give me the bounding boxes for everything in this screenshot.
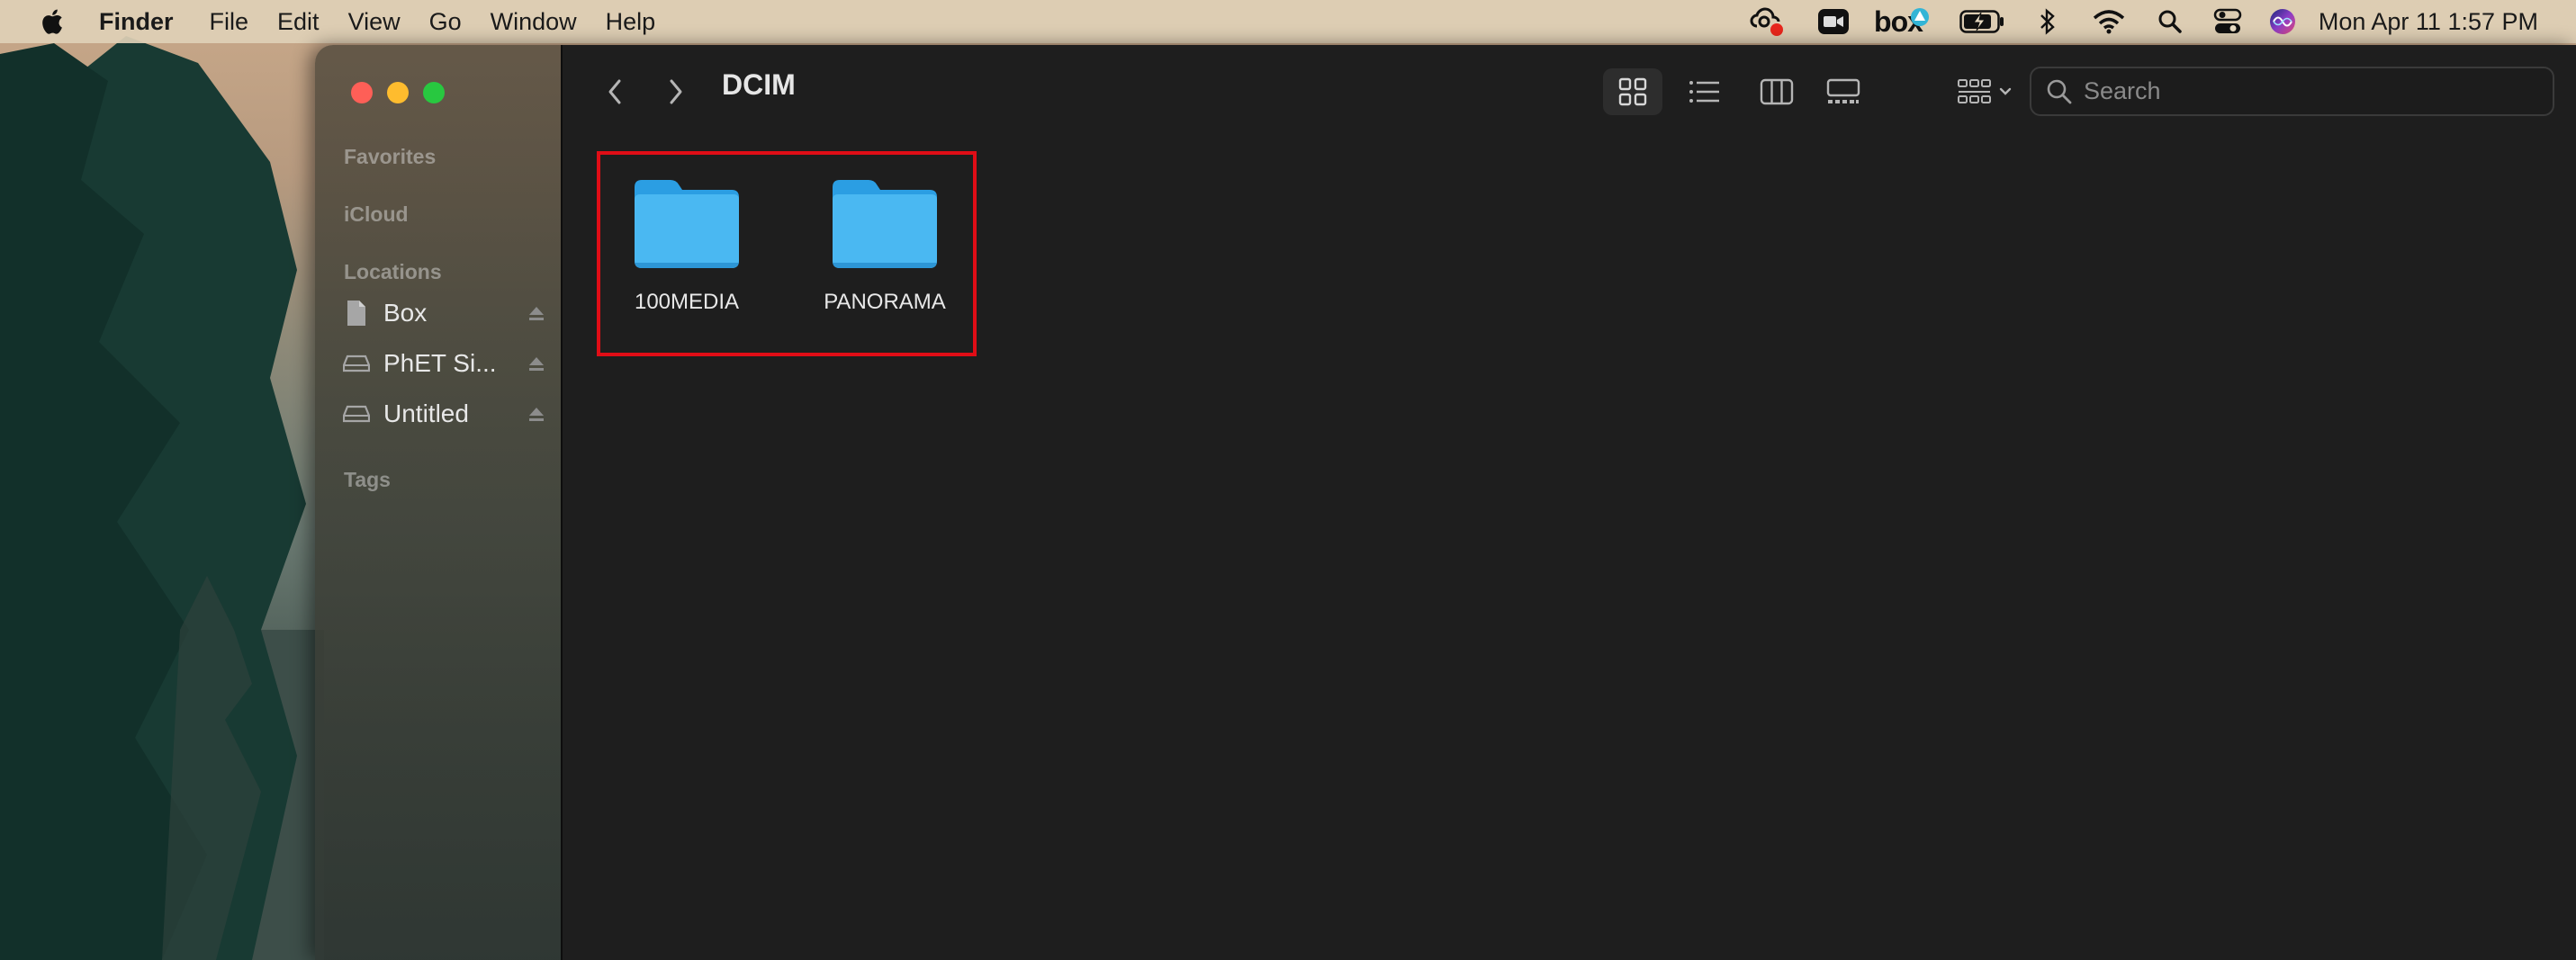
columns-icon <box>1760 78 1794 105</box>
eject-icon[interactable] <box>526 403 547 425</box>
icon-view-button[interactable] <box>1603 68 1662 115</box>
menu-window[interactable]: Window <box>491 8 577 36</box>
gallery-icon <box>1826 78 1860 103</box>
sync-badge-icon <box>1910 8 1929 26</box>
forward-button[interactable] <box>660 72 692 112</box>
zoom-window-button[interactable] <box>423 82 445 103</box>
back-button[interactable] <box>599 72 631 112</box>
control-center-icon[interactable] <box>2212 0 2243 43</box>
sidebar-item-label: PhET Si... <box>383 349 497 377</box>
column-view-button[interactable] <box>1747 68 1806 115</box>
search-icon <box>2047 79 2072 103</box>
video-icon[interactable] <box>1816 0 1851 43</box>
list-icon <box>1689 81 1719 103</box>
sidebar-header-locations[interactable]: Locations <box>344 260 442 284</box>
creative-cloud-icon[interactable] <box>1750 0 1786 43</box>
sidebar-header-favorites[interactable]: Favorites <box>344 145 436 169</box>
group-icon <box>1958 79 1991 103</box>
finder-window: Favorites iCloud Locations Box PhET Si..… <box>315 45 2576 960</box>
grid-icon <box>1618 77 1647 106</box>
chevron-right-icon <box>670 79 682 104</box>
search-input[interactable] <box>2084 77 2516 105</box>
chevron-left-icon <box>608 79 621 104</box>
menu-bar: Finder File Edit View Go Window Help box <box>0 0 2576 43</box>
close-window-button[interactable] <box>351 82 373 103</box>
sidebar-item-phet[interactable]: PhET Si... <box>337 342 553 385</box>
menu-help[interactable]: Help <box>606 8 656 36</box>
pine-tree-illustration <box>0 36 324 960</box>
bluetooth-icon[interactable] <box>2036 0 2059 43</box>
siri-icon[interactable] <box>2268 0 2297 43</box>
eject-icon[interactable] <box>526 353 547 374</box>
sidebar-item-box[interactable]: Box <box>337 292 553 335</box>
sidebar-header-icloud[interactable]: iCloud <box>344 202 409 227</box>
gallery-view-button[interactable] <box>1814 68 1873 115</box>
drive-icon <box>342 349 371 378</box>
drive-icon <box>342 399 371 428</box>
search-field[interactable] <box>2030 67 2554 116</box>
menu-edit[interactable]: Edit <box>277 8 320 36</box>
menu-bar-clock[interactable]: Mon Apr 11 1:57 PM <box>2319 0 2538 43</box>
apple-logo-icon[interactable] <box>38 7 65 36</box>
main-content: DCIM Search 100MEDIA PANORAMA <box>563 45 2576 960</box>
spotlight-search-icon[interactable] <box>2157 0 2184 43</box>
chevron-down-icon <box>1999 87 2012 95</box>
list-view-button[interactable] <box>1675 68 1734 115</box>
sidebar-item-label: Untitled <box>383 399 469 427</box>
group-by-button[interactable] <box>1949 68 2021 115</box>
sidebar-item-untitled[interactable]: Untitled <box>337 392 553 435</box>
menu-file[interactable]: File <box>210 8 249 36</box>
sidebar-item-label: Box <box>383 299 428 327</box>
window-title: DCIM <box>722 68 796 101</box>
box-sync-icon[interactable]: box <box>1874 0 1930 43</box>
minimize-window-button[interactable] <box>387 82 409 103</box>
sidebar: Favorites iCloud Locations Box PhET Si..… <box>315 45 563 960</box>
menu-go[interactable]: Go <box>429 8 462 36</box>
eject-icon[interactable] <box>526 302 547 324</box>
annotation-highlight-box <box>597 151 977 356</box>
document-icon <box>342 299 371 327</box>
sidebar-header-tags[interactable]: Tags <box>344 468 391 492</box>
menu-finder[interactable]: Finder <box>99 8 174 36</box>
wifi-icon[interactable] <box>2092 0 2126 43</box>
menu-view[interactable]: View <box>348 8 401 36</box>
battery-charging-icon[interactable] <box>1959 0 2005 43</box>
